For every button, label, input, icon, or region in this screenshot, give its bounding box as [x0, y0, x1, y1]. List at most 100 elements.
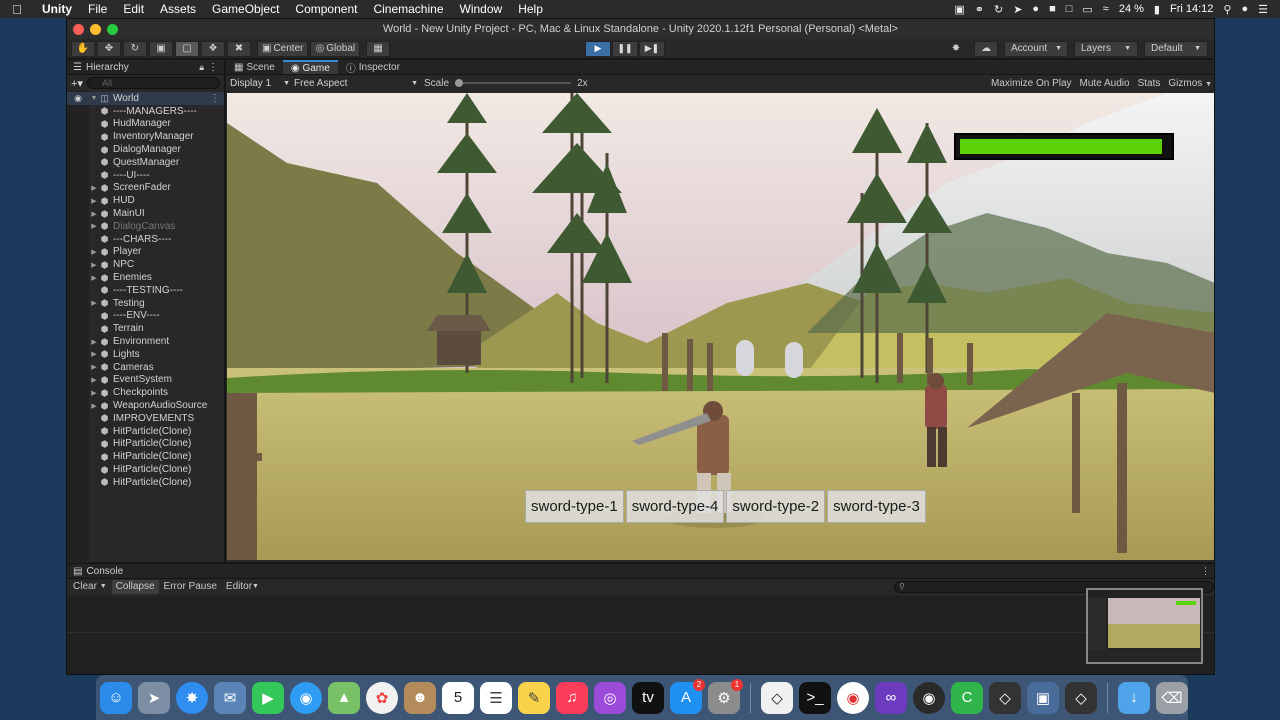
downloads-folder-icon[interactable]: ↓	[1118, 681, 1150, 714]
expand-arrow-icon[interactable]: ▶	[89, 338, 99, 346]
collapse-toggle[interactable]: Collapse	[111, 579, 159, 594]
hierarchy-item[interactable]: ⬢ DialogManager	[67, 143, 224, 156]
scene-root-item[interactable]: ◉ ▼ ◫ World ⋮	[67, 92, 224, 105]
hierarchy-item[interactable]: ⬢ HitParticle(Clone)	[67, 450, 224, 463]
sword-type-1-button[interactable]: sword-type-1	[525, 490, 624, 523]
hierarchy-item[interactable]: ▶ ⬢ NPC	[67, 258, 224, 271]
gizmos-dropdown[interactable]: Gizmos ▼	[1168, 78, 1212, 89]
camtasia-icon[interactable]: C	[951, 681, 983, 714]
tab-game[interactable]: ◉ Game	[282, 60, 338, 74]
battery-icon[interactable]: ▮	[1154, 3, 1160, 16]
layers-dropdown[interactable]: Layers ▼	[1074, 40, 1138, 57]
expand-arrow-icon[interactable]: ▶	[89, 363, 99, 371]
hierarchy-item[interactable]: ▶ ⬢ Testing	[67, 297, 224, 310]
expand-arrow-icon[interactable]: ▶	[89, 184, 99, 192]
stats-toggle[interactable]: Stats	[1138, 78, 1161, 89]
apple-menu-icon[interactable]: 	[0, 2, 34, 17]
add-object-button[interactable]: +▾	[71, 77, 83, 90]
hierarchy-item[interactable]: ▶ ⬢ Player	[67, 246, 224, 259]
cloud-icon[interactable]: ☁	[974, 40, 998, 57]
custom-tool-icon[interactable]: ✖	[227, 40, 251, 57]
pivot-center-button[interactable]: ▣ Center	[257, 40, 309, 57]
unity-editor-icon[interactable]: ◇	[989, 681, 1021, 714]
expand-arrow-icon[interactable]: ▶	[89, 197, 99, 205]
error-pause-toggle[interactable]: Error Pause	[160, 580, 221, 594]
lock-icon[interactable]: 🔒︎	[199, 62, 204, 73]
step-button[interactable]: ▶❚	[639, 40, 665, 57]
apple-tv-icon[interactable]: tv	[632, 681, 664, 714]
eye-icon[interactable]: ◉	[67, 93, 89, 104]
close-window-button[interactable]	[73, 23, 84, 35]
terminal-icon[interactable]: >_	[799, 681, 831, 714]
pause-button[interactable]: ❚❚	[612, 40, 638, 57]
menu-window[interactable]: Window	[452, 2, 511, 16]
hierarchy-item[interactable]: ▶ ⬢ Lights	[67, 348, 224, 361]
lock-icon[interactable]: ●	[1032, 3, 1039, 15]
layout-dropdown[interactable]: Default ▼	[1144, 40, 1208, 57]
hierarchy-item[interactable]: ▶ ⬢ HUD	[67, 194, 224, 207]
visual-studio-icon[interactable]: ∞	[875, 681, 907, 714]
trash-icon[interactable]: ⌫	[1156, 681, 1188, 714]
telegram-icon[interactable]: ➤	[1013, 3, 1022, 16]
menubar-clock[interactable]: Fri 14:12	[1170, 3, 1213, 15]
more-options-icon[interactable]: ⋮	[1201, 566, 1210, 577]
aspect-dropdown[interactable]: Free Aspect ▼	[290, 75, 418, 91]
hierarchy-item[interactable]: ⬢ HitParticle(Clone)	[67, 438, 224, 451]
hierarchy-item[interactable]: ⬢ ----UI----	[67, 169, 224, 182]
rotate-tool-icon[interactable]: ↻	[123, 40, 147, 57]
clear-button[interactable]: Clear ▼	[69, 580, 111, 594]
move-tool-icon[interactable]: ✥	[97, 40, 121, 57]
app-store-icon[interactable]: A2	[670, 678, 705, 714]
unity-hub-icon[interactable]: ◇	[761, 681, 793, 714]
pivot-global-button[interactable]: ◎ Global	[310, 40, 361, 57]
console-tab[interactable]: ▤ Console ⋮	[67, 564, 1214, 579]
console-log-area[interactable]	[67, 596, 1214, 674]
tab-scene[interactable]: ▦ Scene	[226, 60, 283, 74]
scale-slider-handle[interactable]	[455, 79, 464, 87]
unity-editor-2-icon[interactable]: ◇	[1065, 681, 1097, 714]
expand-arrow-icon[interactable]: ▶	[89, 389, 99, 397]
zoom-window-button[interactable]	[107, 23, 118, 35]
menu-gameobject[interactable]: GameObject	[204, 2, 287, 16]
rect-tool-icon[interactable]: ▢	[175, 40, 199, 57]
hierarchy-item[interactable]: ▶ ⬢ Cameras	[67, 361, 224, 374]
window-icon[interactable]: ▣	[954, 3, 964, 16]
wifi-icon[interactable]: ≈	[1103, 3, 1109, 15]
sword-type-4-button[interactable]: sword-type-4	[625, 490, 725, 523]
preview-app-icon[interactable]: ▣	[1027, 681, 1059, 714]
sync-icon[interactable]: ↻	[994, 3, 1003, 16]
expand-arrow-icon[interactable]: ▶	[89, 376, 99, 384]
menu-unity[interactable]: Unity	[34, 2, 80, 16]
expand-arrow-icon[interactable]: ▶	[89, 299, 99, 307]
display-icon[interactable]: ▭	[1082, 3, 1092, 16]
menu-assets[interactable]: Assets	[152, 2, 204, 16]
expand-arrow-icon[interactable]: ▼	[89, 95, 99, 102]
hierarchy-item[interactable]: ▶ ⬢ Environment	[67, 335, 224, 348]
spotlight-search-icon[interactable]: ⚲	[1223, 3, 1231, 16]
hierarchy-item[interactable]: ⬢ ----ENV----	[67, 310, 224, 323]
messages-icon[interactable]: ◉	[290, 681, 322, 714]
hierarchy-item[interactable]: ▶ ⬢ MainUI	[67, 207, 224, 220]
chrome-icon[interactable]: ◉	[837, 681, 869, 714]
hierarchy-item[interactable]: ⬢ HitParticle(Clone)	[67, 463, 224, 476]
hierarchy-item[interactable]: ▶ ⬢ WeaponAudioSource	[67, 399, 224, 412]
expand-arrow-icon[interactable]: ▶	[89, 210, 99, 218]
collab-icon[interactable]: ✸	[944, 41, 968, 57]
screen-preview-thumbnail[interactable]	[1086, 588, 1203, 664]
editor-dropdown[interactable]: Editor ▼	[222, 580, 263, 594]
hierarchy-item[interactable]: ▶ ⬢ EventSystem	[67, 374, 224, 387]
hierarchy-item[interactable]: ▶ ⬢ DialogCanvas	[67, 220, 224, 233]
reminders-icon[interactable]: ☰	[480, 681, 512, 714]
launchpad-icon[interactable]: ➤	[138, 681, 170, 714]
expand-arrow-icon[interactable]: ▶	[89, 402, 99, 410]
finder-icon[interactable]: ☺	[100, 681, 132, 714]
maximize-on-play-toggle[interactable]: Maximize On Play	[991, 78, 1072, 89]
hierarchy-item[interactable]: ⬢ HitParticle(Clone)	[67, 425, 224, 438]
user-avatar-icon[interactable]: ●	[1241, 3, 1248, 15]
sword-type-3-button[interactable]: sword-type-3	[827, 490, 926, 523]
creative-cloud-icon[interactable]: ⚭	[975, 3, 984, 16]
photos-icon[interactable]: ✿	[366, 681, 398, 714]
hierarchy-tab[interactable]: ☰ Hierarchy 🔒︎ ⋮	[67, 60, 224, 75]
hand-tool-icon[interactable]: ✋	[71, 40, 95, 57]
monitor-icon[interactable]: □	[1066, 3, 1073, 15]
